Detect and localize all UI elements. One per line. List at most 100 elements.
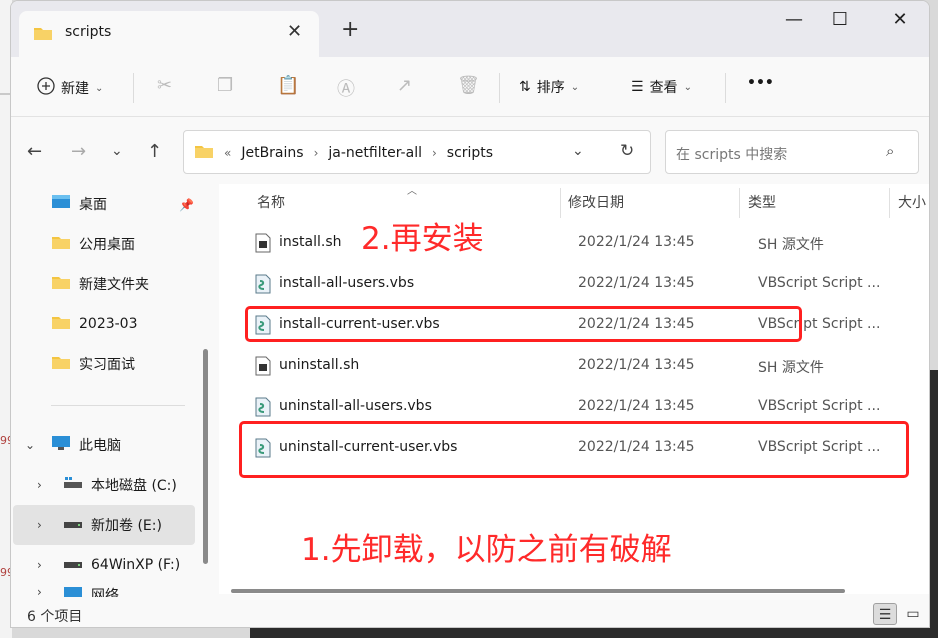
minimize-button[interactable]: — [779,9,809,30]
file-row[interactable]: uninstall.sh 2022/1/24 13:45 SH 源文件 [247,346,929,387]
search-placeholder: 在 scripts 中搜索 [676,147,788,163]
file-name: install-all-users.vbs [279,275,415,291]
new-button[interactable]: 新建 ⌄ [37,77,103,99]
sidebar-item-label: 2023-03 [79,316,138,332]
new-tab-button[interactable]: + [341,19,359,41]
file-name: uninstall.sh [279,357,360,373]
details-view-icon[interactable]: ☰ [873,603,897,625]
sh-file-icon [255,233,271,257]
file-row[interactable]: install.sh 2022/1/24 13:45 SH 源文件 [247,223,929,264]
drive-icon [63,476,83,494]
drive-icon [63,516,83,534]
toolbar-divider [499,73,500,103]
horizontal-scrollbar[interactable] [229,587,925,593]
breadcrumb-separator-icon: › [431,146,437,160]
chevron-down-icon: ⌄ [95,82,104,94]
toolbar-divider [133,73,134,103]
back-arrow-icon[interactable]: ← [27,141,42,162]
more-options-button[interactable]: ••• [747,75,774,91]
view-button[interactable]: ☰ 查看 ⌄ [631,77,692,97]
sidebar-item-label: 新加卷 (E:) [91,518,162,534]
sort-ascending-icon: ︿ [407,186,417,197]
copy-icon[interactable]: ❐ [217,75,233,96]
column-header-date[interactable]: 修改日期 [568,192,624,212]
file-list: ︿ 名称 修改日期 类型 大小 install.sh 2022/1/24 13:… [219,184,929,594]
column-header-type[interactable]: 类型 [748,192,776,212]
tiles-view-icon[interactable]: ▭ [901,603,925,625]
refresh-icon[interactable]: ↻ [620,141,634,161]
file-row[interactable]: install-all-users.vbs 2022/1/24 13:45 VB… [247,264,929,305]
annotation-step-2: 2.再安装 [361,221,484,257]
chevron-down-icon: ⌄ [683,81,692,93]
highlight-box-uninstall [239,421,909,478]
breadcrumb-scripts[interactable]: scripts [447,145,493,161]
cut-icon[interactable]: ✂ [157,75,172,96]
sidebar-item-drive-f[interactable]: › 64WinXP (F:) [37,545,203,585]
sidebar-scrollbar[interactable] [201,184,211,594]
plus-circle-icon [37,77,55,99]
close-window-button[interactable]: ✕ [885,9,915,30]
status-bar: 6 个项目 ☰ ▭ [11,597,929,627]
maximize-button[interactable]: ☐ [825,9,855,30]
sort-button[interactable]: ⇅ 排序 ⌄ [519,77,579,97]
column-header-name[interactable]: 名称 [257,192,285,212]
sidebar-item-this-pc[interactable]: ⌄ 此电脑 [25,425,207,465]
sidebar-item-label: 此电脑 [79,438,121,454]
sidebar-item-drive-c[interactable]: › 本地磁盘 (C:) [37,465,203,505]
folder-icon [194,143,214,163]
file-date: 2022/1/24 13:45 [578,275,695,291]
rename-icon[interactable]: Ⓐ [337,75,355,101]
tab-title: scripts [65,24,112,40]
sidebar-item-network[interactable]: › 网络 [37,585,203,597]
sidebar-item-label: 桌面 [79,197,107,213]
chevron-right-icon[interactable]: › [37,558,47,572]
up-arrow-icon[interactable]: ↑ [147,141,162,162]
column-header-size[interactable]: 大小 [898,192,926,212]
sidebar-item-label: 64WinXP (F:) [91,557,181,573]
chevron-right-icon[interactable]: › [37,518,47,532]
folder-icon [51,354,71,374]
new-label: 新建 [61,81,89,97]
breadcrumb-overflow[interactable]: « [224,146,231,160]
pin-icon[interactable]: 📌 [179,198,194,212]
sidebar-item-label: 公用桌面 [79,237,135,253]
column-divider[interactable] [889,188,890,218]
file-explorer-window: scripts ✕ + — ☐ ✕ 新建 ⌄ ✂ ❐ 📋 Ⓐ ↗ 🗑 ⇅ 排序 … [10,0,930,628]
sidebar-item-label: 新建文件夹 [79,277,149,293]
tab-scripts[interactable]: scripts ✕ [19,11,319,57]
delete-icon[interactable]: 🗑 [457,75,480,96]
network-icon [63,585,83,597]
recent-locations-chevron-icon[interactable]: ⌄ [111,143,123,159]
folder-icon [33,25,53,45]
column-divider[interactable] [560,188,561,218]
address-dropdown-icon[interactable]: ⌄ [572,143,584,159]
breadcrumb-ja-netfilter-all[interactable]: ja-netfilter-all [328,145,422,161]
file-type: SH 源文件 [758,237,824,253]
file-type: SH 源文件 [758,360,824,376]
file-type: VBScript Script ... [758,398,881,414]
view-label: 查看 [649,80,678,96]
address-bar[interactable]: « JetBrains › ja-netfilter-all › scripts… [183,130,651,174]
toolbar-divider [725,73,726,103]
folder-icon [51,234,71,254]
file-type: VBScript Script ... [758,275,881,291]
file-date: 2022/1/24 13:45 [578,357,695,373]
sh-file-icon [255,356,271,380]
breadcrumb-jetbrains[interactable]: JetBrains [241,145,303,161]
item-count: 6 个项目 [27,609,83,625]
file-date: 2022/1/24 13:45 [578,234,695,250]
column-divider[interactable] [739,188,740,218]
share-icon[interactable]: ↗ [397,75,412,96]
sidebar-item-drive-e[interactable]: › 新加卷 (E:) [13,505,195,545]
desktop-icon [51,194,71,214]
chevron-down-icon[interactable]: ⌄ [25,438,35,452]
close-tab-icon[interactable]: ✕ [287,21,302,42]
search-box[interactable]: 在 scripts 中搜索 ⌕ [665,130,919,174]
chevron-right-icon[interactable]: › [37,585,47,597]
view-icon: ☰ [631,79,644,95]
navigation-pane: 桌面 📌 公用桌面 新建文件夹 2023-03 实习面试 ⌄ 此电脑 › 本地磁… [11,184,211,597]
forward-arrow-icon[interactable]: → [71,141,86,162]
sidebar-item-label: 本地磁盘 (C:) [91,478,177,494]
chevron-right-icon[interactable]: › [37,478,47,492]
paste-icon[interactable]: 📋 [277,75,299,96]
